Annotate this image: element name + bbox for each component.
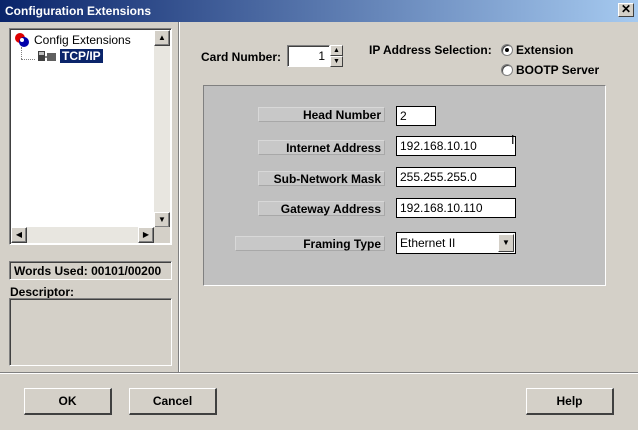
- tree-connector: [21, 47, 22, 59]
- spin-up-icon[interactable]: ▲: [330, 45, 343, 56]
- horizontal-divider: [0, 372, 638, 374]
- cancel-button[interactable]: Cancel: [129, 388, 217, 415]
- subnet-mask-input[interactable]: 255.255.255.0: [396, 167, 516, 187]
- radio-bootp-server[interactable]: BOOTP Server: [501, 63, 599, 77]
- scroll-up-button[interactable]: ▲: [154, 30, 170, 46]
- spin-down-icon[interactable]: ▼: [330, 56, 343, 67]
- descriptor-label: Descriptor:: [10, 285, 75, 299]
- tree-item-config-extensions[interactable]: Config Extensions: [14, 32, 131, 48]
- subnet-mask-label: Sub-Network Mask: [258, 171, 385, 186]
- words-used-status: Words Used: 00101/00200: [9, 261, 172, 280]
- framing-type-value: Ethernet II: [400, 236, 456, 250]
- title-bar[interactable]: Configuration Extensions: [0, 0, 638, 22]
- scroll-right-button[interactable]: ▶: [138, 227, 154, 243]
- internet-address-label: Internet Address: [258, 140, 385, 155]
- head-number-label: Head Number: [258, 107, 385, 122]
- help-button[interactable]: Help: [526, 388, 614, 415]
- close-icon: ✕: [620, 2, 632, 16]
- tree-vertical-scrollbar[interactable]: ▲ ▼: [154, 30, 170, 228]
- text-cursor-icon: I: [511, 133, 515, 147]
- ip-selection-label: IP Address Selection:: [369, 43, 492, 57]
- gateway-address-label: Gateway Address: [258, 201, 385, 216]
- scroll-left-button[interactable]: ◀: [11, 227, 27, 243]
- tree-horizontal-scrollbar[interactable]: ◀ ▶: [11, 227, 154, 243]
- radio-extension-label: Extension: [516, 43, 574, 57]
- config-extensions-icon: [15, 33, 29, 47]
- card-number-input[interactable]: 1: [287, 45, 330, 67]
- radio-unselected-icon[interactable]: [501, 64, 513, 76]
- head-number-input[interactable]: 2: [396, 106, 436, 126]
- tcpip-module-icon: [38, 51, 56, 61]
- radio-selected-icon[interactable]: [501, 44, 513, 56]
- tree-item-tcpip[interactable]: TCP/IP: [37, 49, 103, 63]
- scrollbar-corner: [154, 227, 170, 243]
- framing-type-label: Framing Type: [235, 236, 385, 251]
- internet-address-input[interactable]: 192.168.10.10: [396, 136, 516, 156]
- card-number-spinner[interactable]: ▲ ▼: [330, 45, 343, 67]
- scroll-down-button[interactable]: ▼: [154, 212, 170, 228]
- tree-root-label: Config Extensions: [34, 33, 131, 47]
- radio-extension[interactable]: Extension: [501, 43, 573, 57]
- window-title: Configuration Extensions: [5, 4, 152, 18]
- extensions-tree[interactable]: Config Extensions TCP/IP ▲ ▼ ◀ ▶: [9, 28, 172, 245]
- vertical-divider: [178, 22, 180, 373]
- dropdown-arrow-icon[interactable]: ▼: [498, 234, 514, 252]
- close-button[interactable]: ✕: [618, 3, 634, 17]
- tree-connector: [21, 59, 35, 60]
- tree-child-label: TCP/IP: [60, 49, 103, 63]
- framing-type-select[interactable]: Ethernet II ▼: [396, 232, 516, 254]
- ok-button[interactable]: OK: [24, 388, 112, 415]
- gateway-address-input[interactable]: 192.168.10.110: [396, 198, 516, 218]
- radio-bootp-label: BOOTP Server: [516, 63, 600, 77]
- card-number-label: Card Number:: [201, 50, 282, 64]
- descriptor-field[interactable]: [9, 298, 172, 366]
